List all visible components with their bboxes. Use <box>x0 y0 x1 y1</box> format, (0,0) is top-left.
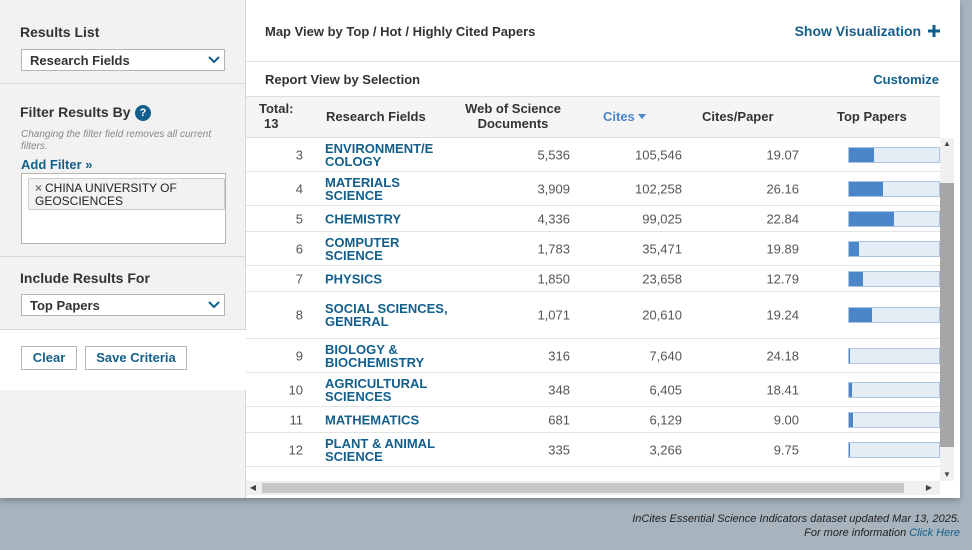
cites-header[interactable]: Cites <box>603 109 647 124</box>
row-cites-per-paper: 26.16 <box>766 181 799 196</box>
top-papers-bar-fill <box>849 241 859 256</box>
include-select[interactable]: Top Papers <box>21 294 225 316</box>
total-label: Total: <box>259 101 294 116</box>
top-papers-bar[interactable] <box>848 270 940 287</box>
esi-panel: Results List Research Fields Filter Resu… <box>0 0 960 498</box>
table-row: 12 PLANT & ANIMAL SCIENCE 335 3,266 9.75 <box>246 433 940 467</box>
show-visualization-label: Show Visualization <box>794 23 922 39</box>
table-row: 3 ENVIRONMENT/E COLOGY 5,536 105,546 19.07 <box>246 138 940 172</box>
customize-link[interactable]: Customize <box>873 72 939 87</box>
more-info-text: For more information <box>804 527 907 539</box>
top-papers-bar-fill <box>849 412 853 427</box>
table-row: 8 SOCIAL SCIENCES, GENERAL 1,071 20,610 19.2… <box>246 292 940 339</box>
scroll-left-icon[interactable]: ◀ <box>246 481 260 495</box>
row-cites-per-paper: 9.75 <box>773 442 799 457</box>
top-papers-bar[interactable] <box>848 146 940 163</box>
hscrollbar-thumb[interactable] <box>262 483 904 493</box>
total-header: Total: 13 <box>259 101 293 131</box>
map-view-bar: Map View by Top / Hot / Highly Cited Pap… <box>246 0 960 62</box>
top-papers-bar[interactable] <box>848 381 940 398</box>
cites-per-paper-header[interactable]: Cites/Paper <box>702 109 774 124</box>
row-cites-per-paper: 22.84 <box>766 211 799 226</box>
add-filter-link[interactable]: Add Filter » <box>21 157 93 172</box>
scroll-up-icon[interactable]: ▲ <box>940 138 954 150</box>
table-row: 6 COMPUTER SCIENCE 1,783 35,471 19.89 <box>246 232 940 266</box>
top-papers-bar-fill <box>849 308 873 322</box>
click-here-link[interactable]: Click Here <box>909 527 960 539</box>
plus-icon <box>928 25 940 37</box>
include-section: Include Results For Top Papers <box>0 257 246 330</box>
results-list-section: Results List Research Fields <box>0 0 246 84</box>
filter-box[interactable]: × CHINA UNIVERSITY OF GEOSCIENCES <box>21 173 226 244</box>
sidebar: Results List Research Fields Filter Resu… <box>0 0 246 498</box>
button-section: Clear Save Criteria <box>0 330 246 390</box>
scroll-right-icon[interactable]: ▶ <box>922 481 936 495</box>
row-cites-per-paper: 19.89 <box>766 241 799 256</box>
scrollbar-thumb[interactable] <box>940 183 954 447</box>
show-visualization-button[interactable]: Show Visualization <box>795 23 940 39</box>
help-icon[interactable]: ? <box>135 105 151 121</box>
top-papers-bar-fill <box>849 382 852 397</box>
top-papers-bar[interactable] <box>848 240 940 257</box>
row-cites-per-paper: 19.07 <box>766 147 799 162</box>
save-criteria-button[interactable]: Save Criteria <box>85 346 187 370</box>
include-value: Top Papers <box>30 298 100 313</box>
top-papers-bar[interactable] <box>848 180 940 197</box>
results-list-select[interactable]: Research Fields <box>21 49 225 71</box>
row-cites-per-paper: 19.24 <box>766 307 799 323</box>
table-header: Total: 13 Research Fields Web of Science… <box>246 96 940 138</box>
scroll-down-icon[interactable]: ▼ <box>940 469 954 481</box>
wos-documents-header[interactable]: Web of Science Documents <box>446 101 580 131</box>
table-row: 11 MATHEMATICS 681 6,129 9.00 <box>246 407 940 433</box>
close-icon[interactable]: × <box>35 181 42 195</box>
table-body: 3 ENVIRONMENT/E COLOGY 5,536 105,546 19.07 4 M… <box>246 138 940 481</box>
top-papers-bar[interactable] <box>848 441 940 458</box>
table-row: 7 PHYSICS 1,850 23,658 12.79 <box>246 266 940 292</box>
clear-button[interactable]: Clear <box>21 346 77 370</box>
table-row: 4 MATERIALS SCIENCE 3,909 102,258 26.16 <box>246 172 940 206</box>
top-papers-bar-fill <box>849 181 884 196</box>
top-papers-bar-fill <box>849 211 894 226</box>
include-label: Include Results For <box>20 270 150 286</box>
map-view-title: Map View by Top / Hot / Highly Cited Pap… <box>265 24 536 39</box>
row-cites-per-paper: 9.00 <box>773 412 799 427</box>
report-view-title: Report View by Selection <box>265 72 421 87</box>
dataset-update-text: InCites Essential Science Indicators dat… <box>632 513 960 525</box>
top-papers-bar-fill <box>849 271 863 286</box>
table-row: 9 BIOLOGY & BIOCHEMISTRY 316 7,640 24.18 <box>246 339 940 373</box>
filter-chip-label: CHINA UNIVERSITY OF GEOSCIENCES <box>35 181 177 208</box>
table-row: 10 AGRICULTURAL SCIENCES 348 6,405 18.41 <box>246 373 940 407</box>
total-count: 13 <box>264 116 279 131</box>
table-row: 5 CHEMISTRY 4,336 99,025 22.84 <box>246 206 940 232</box>
horizontal-scrollbar[interactable]: ◀ ▶ <box>246 481 940 495</box>
filter-chip: × CHINA UNIVERSITY OF GEOSCIENCES <box>28 178 225 210</box>
more-info-line: For more information Click Here <box>632 526 960 540</box>
main-content: Map View by Top / Hot / Highly Cited Pap… <box>246 0 960 498</box>
row-cites-per-paper: 24.18 <box>766 348 799 363</box>
footer-note: InCites Essential Science Indicators dat… <box>632 512 960 540</box>
results-list-value: Research Fields <box>30 53 130 68</box>
row-cites-per-paper: 12.79 <box>766 271 799 286</box>
results-list-label: Results List <box>20 24 100 40</box>
top-papers-bar[interactable] <box>848 210 940 227</box>
top-papers-bar[interactable] <box>848 307 940 323</box>
report-view-bar: Report View by Selection Customize <box>246 62 960 96</box>
top-papers-bar[interactable] <box>848 347 940 364</box>
sort-down-icon <box>638 114 647 119</box>
top-papers-header[interactable]: Top Papers <box>837 109 907 124</box>
cites-header-label: Cites <box>603 109 635 124</box>
research-fields-header[interactable]: Research Fields <box>326 109 426 124</box>
vertical-scrollbar[interactable]: ▲ ▼ <box>940 138 954 481</box>
top-papers-bar[interactable] <box>848 411 940 428</box>
top-papers-bar-fill <box>849 442 850 457</box>
filter-label: Filter Results By <box>20 104 131 120</box>
chevron-down-icon <box>204 50 224 70</box>
filter-hint: Changing the filter field removes all cu… <box>21 129 212 152</box>
chevron-down-icon <box>204 295 224 315</box>
top-papers-bar-fill <box>849 147 875 162</box>
row-cites-per-paper: 18.41 <box>766 382 799 397</box>
top-papers-bar-fill <box>849 348 850 363</box>
